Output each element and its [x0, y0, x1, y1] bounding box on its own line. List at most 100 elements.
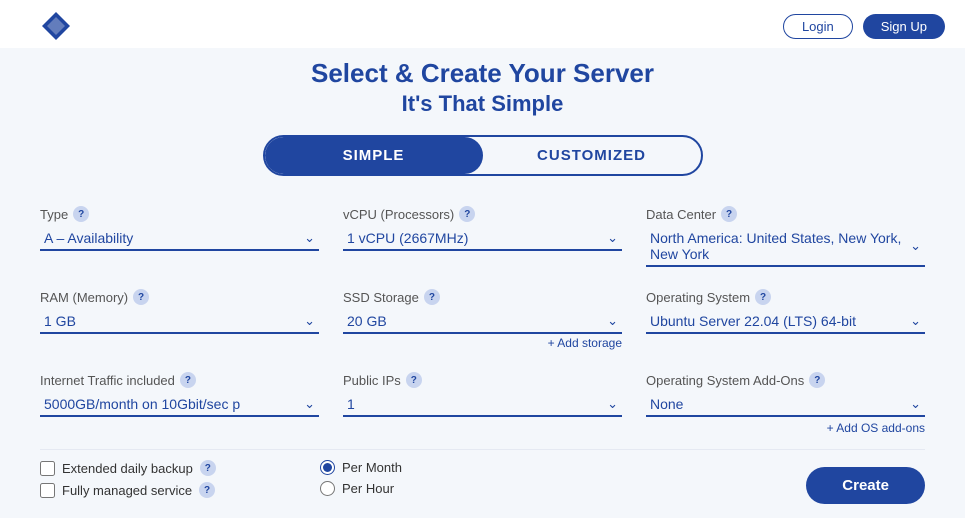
- traffic-label: Internet Traffic included: [40, 373, 175, 388]
- public-ips-value: 1: [347, 396, 355, 412]
- extended-backup-row: Extended daily backup ?: [40, 460, 280, 476]
- ram-chevron-icon: ⌄: [304, 313, 315, 329]
- ram-field: RAM (Memory) ? 1 GB ⌄: [40, 281, 319, 354]
- extended-backup-help-icon[interactable]: ?: [200, 460, 216, 476]
- create-btn-area: Create: [600, 460, 925, 504]
- type-label: Type: [40, 207, 68, 222]
- os-label-row: Operating System ?: [646, 289, 925, 305]
- logo-icon: [40, 10, 72, 42]
- datacenter-select[interactable]: North America: United States, New York, …: [646, 227, 925, 267]
- type-help-icon[interactable]: ?: [73, 206, 89, 222]
- toggle-customized[interactable]: CUSTOMIZED: [483, 137, 701, 174]
- public-ips-label-row: Public IPs ?: [343, 372, 622, 388]
- type-value: A – Availability: [44, 230, 133, 246]
- create-button[interactable]: Create: [806, 467, 925, 504]
- vcpu-field: vCPU (Processors) ? 1 vCPU (2667MHz) ⌄: [343, 198, 622, 271]
- ssd-chevron-icon: ⌄: [607, 313, 618, 329]
- toggle-row: SIMPLE CUSTOMIZED: [40, 135, 925, 176]
- vcpu-help-icon[interactable]: ?: [459, 206, 475, 222]
- fully-managed-checkbox[interactable]: [40, 483, 55, 498]
- datacenter-chevron-icon: ⌄: [910, 238, 921, 254]
- os-addons-chevron-icon: ⌄: [910, 396, 921, 412]
- os-addons-label: Operating System Add-Ons: [646, 373, 804, 388]
- per-month-row: Per Month: [320, 460, 560, 475]
- add-os-addons-area: + Add OS add-ons: [646, 417, 925, 435]
- public-ips-label: Public IPs: [343, 373, 401, 388]
- os-addons-value: None: [650, 396, 683, 412]
- extended-backup-checkbox[interactable]: [40, 461, 55, 476]
- logo-area: [20, 4, 92, 48]
- fully-managed-label: Fully managed service: [62, 483, 192, 498]
- per-month-label: Per Month: [342, 460, 402, 475]
- page-content: Select & Create Your Server It's That Si…: [0, 48, 965, 514]
- traffic-field: Internet Traffic included ? 5000GB/month…: [40, 364, 319, 439]
- top-bar-buttons: Login Sign Up: [783, 14, 945, 39]
- traffic-value: 5000GB/month on 10Gbit/sec p: [44, 396, 240, 412]
- ssd-label-row: SSD Storage ?: [343, 289, 622, 305]
- form-row-3: Internet Traffic included ? 5000GB/month…: [40, 364, 925, 439]
- vcpu-label: vCPU (Processors): [343, 207, 454, 222]
- ssd-select[interactable]: 20 GB ⌄: [343, 310, 622, 334]
- public-ips-select[interactable]: 1 ⌄: [343, 393, 622, 417]
- form-row-1: Type ? A – Availability ⌄ vCPU (Processo…: [40, 198, 925, 271]
- vcpu-chevron-icon: ⌄: [607, 230, 618, 246]
- vcpu-value: 1 vCPU (2667MHz): [347, 230, 468, 246]
- os-select[interactable]: Ubuntu Server 22.04 (LTS) 64-bit ⌄: [646, 310, 925, 334]
- traffic-help-icon[interactable]: ?: [180, 372, 196, 388]
- vcpu-select[interactable]: 1 vCPU (2667MHz) ⌄: [343, 227, 622, 251]
- os-field: Operating System ? Ubuntu Server 22.04 (…: [646, 281, 925, 354]
- bottom-section: Extended daily backup ? Fully managed se…: [40, 449, 925, 504]
- os-addons-label-row: Operating System Add-Ons ?: [646, 372, 925, 388]
- ram-help-icon[interactable]: ?: [133, 289, 149, 305]
- per-hour-row: Per Hour: [320, 481, 560, 496]
- datacenter-label-row: Data Center ?: [646, 206, 925, 222]
- os-chevron-icon: ⌄: [910, 313, 921, 329]
- datacenter-label: Data Center: [646, 207, 716, 222]
- login-button[interactable]: Login: [783, 14, 853, 39]
- datacenter-value: North America: United States, New York, …: [650, 230, 910, 262]
- datacenter-field: Data Center ? North America: United Stat…: [646, 198, 925, 271]
- os-addons-field: Operating System Add-Ons ? None ⌄ + Add …: [646, 364, 925, 439]
- os-addons-help-icon[interactable]: ?: [809, 372, 825, 388]
- type-select[interactable]: A – Availability ⌄: [40, 227, 319, 251]
- ram-value: 1 GB: [44, 313, 76, 329]
- fully-managed-help-icon[interactable]: ?: [199, 482, 215, 498]
- os-addons-select[interactable]: None ⌄: [646, 393, 925, 417]
- os-help-icon[interactable]: ?: [755, 289, 771, 305]
- type-label-row: Type ?: [40, 206, 319, 222]
- add-storage-link[interactable]: + Add storage: [343, 336, 622, 350]
- ssd-help-icon[interactable]: ?: [424, 289, 440, 305]
- traffic-select[interactable]: 5000GB/month on 10Gbit/sec p ⌄: [40, 393, 319, 417]
- ram-select[interactable]: 1 GB ⌄: [40, 310, 319, 334]
- public-ips-help-icon[interactable]: ?: [406, 372, 422, 388]
- per-hour-radio[interactable]: [320, 481, 335, 496]
- ram-label: RAM (Memory): [40, 290, 128, 305]
- fully-managed-row: Fully managed service ?: [40, 482, 280, 498]
- ssd-label: SSD Storage: [343, 290, 419, 305]
- ram-label-row: RAM (Memory) ?: [40, 289, 319, 305]
- public-ips-chevron-icon: ⌄: [607, 396, 618, 412]
- radio-col: Per Month Per Hour: [320, 460, 560, 504]
- ssd-field: SSD Storage ? 20 GB ⌄ + Add storage: [343, 281, 622, 354]
- toggle-simple[interactable]: SIMPLE: [265, 137, 483, 174]
- extended-backup-label: Extended daily backup: [62, 461, 193, 476]
- add-os-addons-link[interactable]: + Add OS add-ons: [646, 421, 925, 435]
- type-chevron-icon: ⌄: [304, 230, 315, 246]
- os-value: Ubuntu Server 22.04 (LTS) 64-bit: [650, 313, 856, 329]
- ssd-value: 20 GB: [347, 313, 387, 329]
- datacenter-help-icon[interactable]: ?: [721, 206, 737, 222]
- top-bar: Login Sign Up: [0, 0, 965, 48]
- type-field: Type ? A – Availability ⌄: [40, 198, 319, 271]
- per-month-radio[interactable]: [320, 460, 335, 475]
- form-row-2: RAM (Memory) ? 1 GB ⌄ SSD Storage ? 20 G…: [40, 281, 925, 354]
- hero-title-line1: Select & Create Your Server: [40, 58, 925, 89]
- per-hour-label: Per Hour: [342, 481, 394, 496]
- signup-button[interactable]: Sign Up: [863, 14, 945, 39]
- traffic-chevron-icon: ⌄: [304, 396, 315, 412]
- checkbox-col: Extended daily backup ? Fully managed se…: [40, 460, 280, 504]
- vcpu-label-row: vCPU (Processors) ?: [343, 206, 622, 222]
- public-ips-field: Public IPs ? 1 ⌄: [343, 364, 622, 439]
- toggle-container: SIMPLE CUSTOMIZED: [263, 135, 703, 176]
- traffic-label-row: Internet Traffic included ?: [40, 372, 319, 388]
- hero-title-line2: It's That Simple: [40, 91, 925, 117]
